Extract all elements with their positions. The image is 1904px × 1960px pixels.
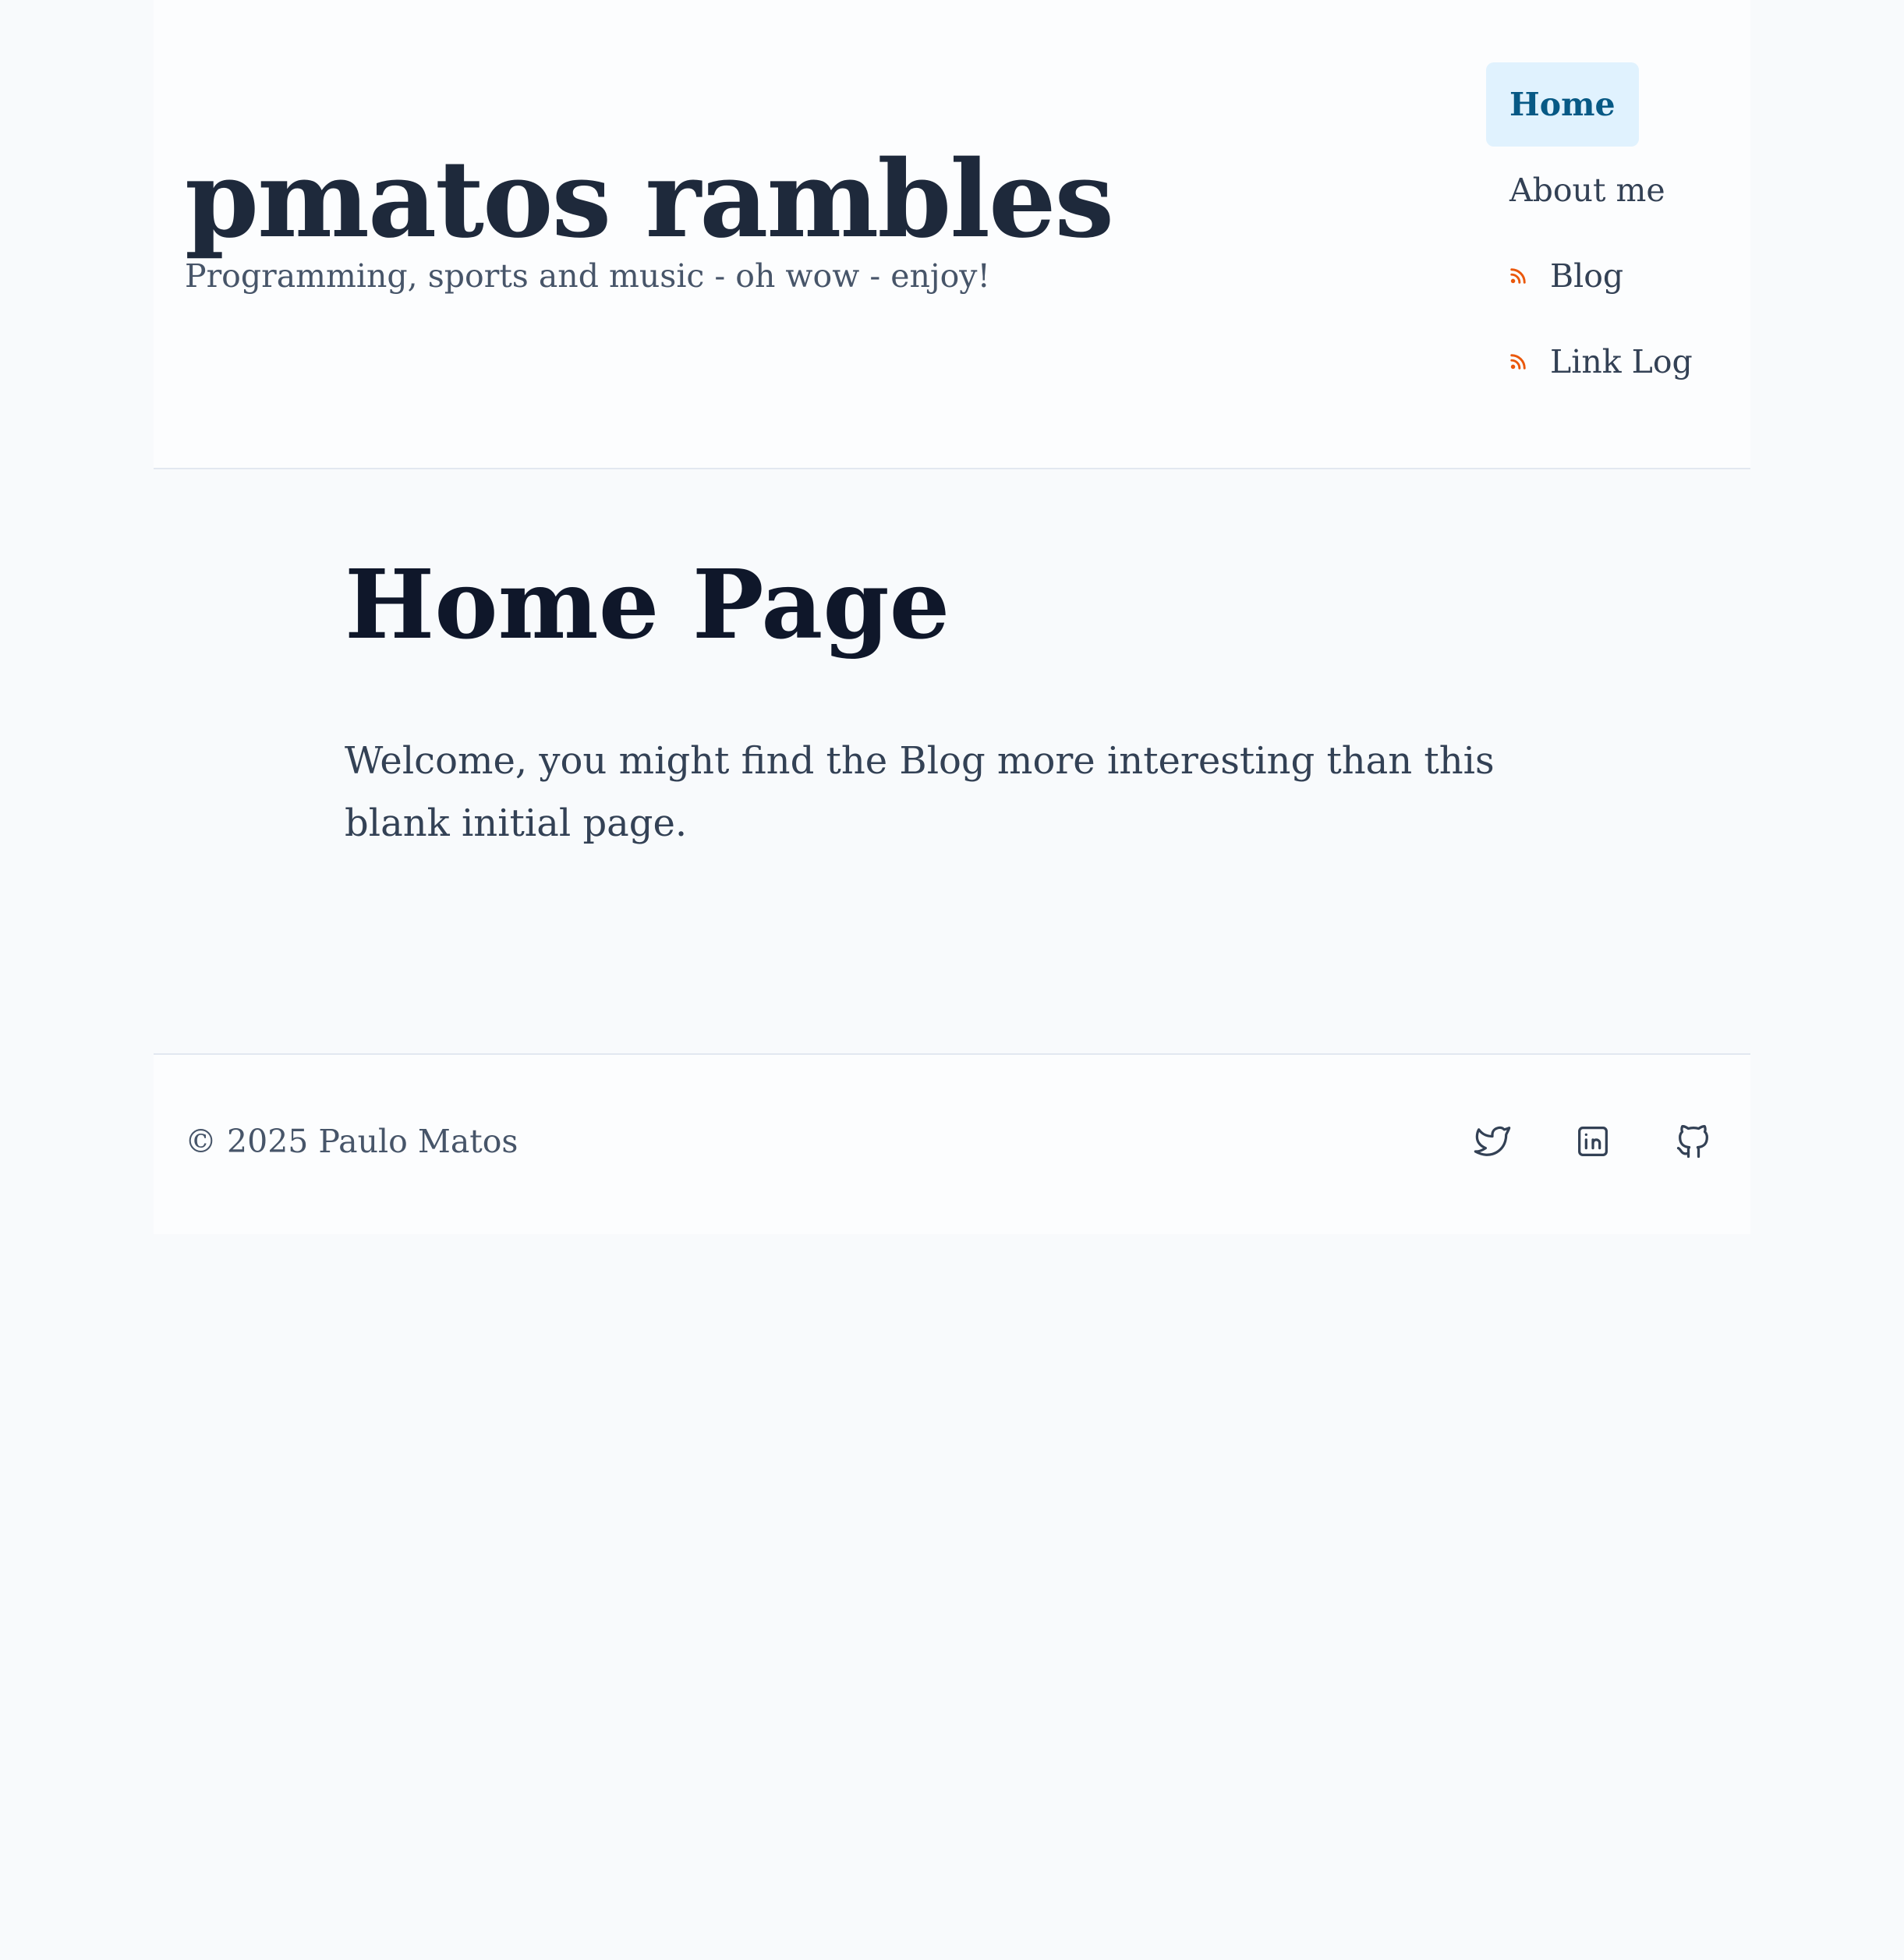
page-title: Home Page	[345, 548, 950, 660]
rss-icon	[1510, 354, 1526, 370]
twitter-link[interactable]	[1470, 1120, 1514, 1163]
nav-item-home[interactable]: Home	[1486, 62, 1639, 147]
twitter-icon	[1474, 1126, 1511, 1156]
nav-item-label: Home	[1509, 86, 1616, 123]
nav-item-link-log[interactable]: Link Log	[1509, 320, 1693, 404]
nav-item-blog[interactable]: Blog	[1509, 234, 1623, 318]
page-container: pmatos rambles Programming, sports and m…	[154, 0, 1750, 1234]
linkedin-link[interactable]	[1571, 1120, 1615, 1163]
main-content: Home Page Welcome, you might find the Bl…	[154, 469, 1750, 1053]
nav-item-label: About me	[1509, 172, 1665, 209]
site-tagline: Programming, sports and music - oh wow -…	[185, 257, 990, 295]
footer-divider	[154, 1053, 1750, 1055]
site-title[interactable]: pmatos rambles	[185, 147, 1114, 253]
nav-item-about-me[interactable]: About me	[1509, 148, 1665, 232]
page-body: Welcome, you might find the Blog more in…	[345, 739, 1495, 845]
rss-icon	[1510, 268, 1526, 284]
copyright: © 2025 Paulo Matos	[185, 1123, 518, 1160]
github-link[interactable]	[1672, 1120, 1715, 1163]
nav-item-label: Link Log	[1550, 343, 1693, 380]
nav-item-label: Blog	[1550, 257, 1624, 295]
linkedin-icon	[1578, 1127, 1608, 1156]
github-icon	[1676, 1125, 1708, 1159]
